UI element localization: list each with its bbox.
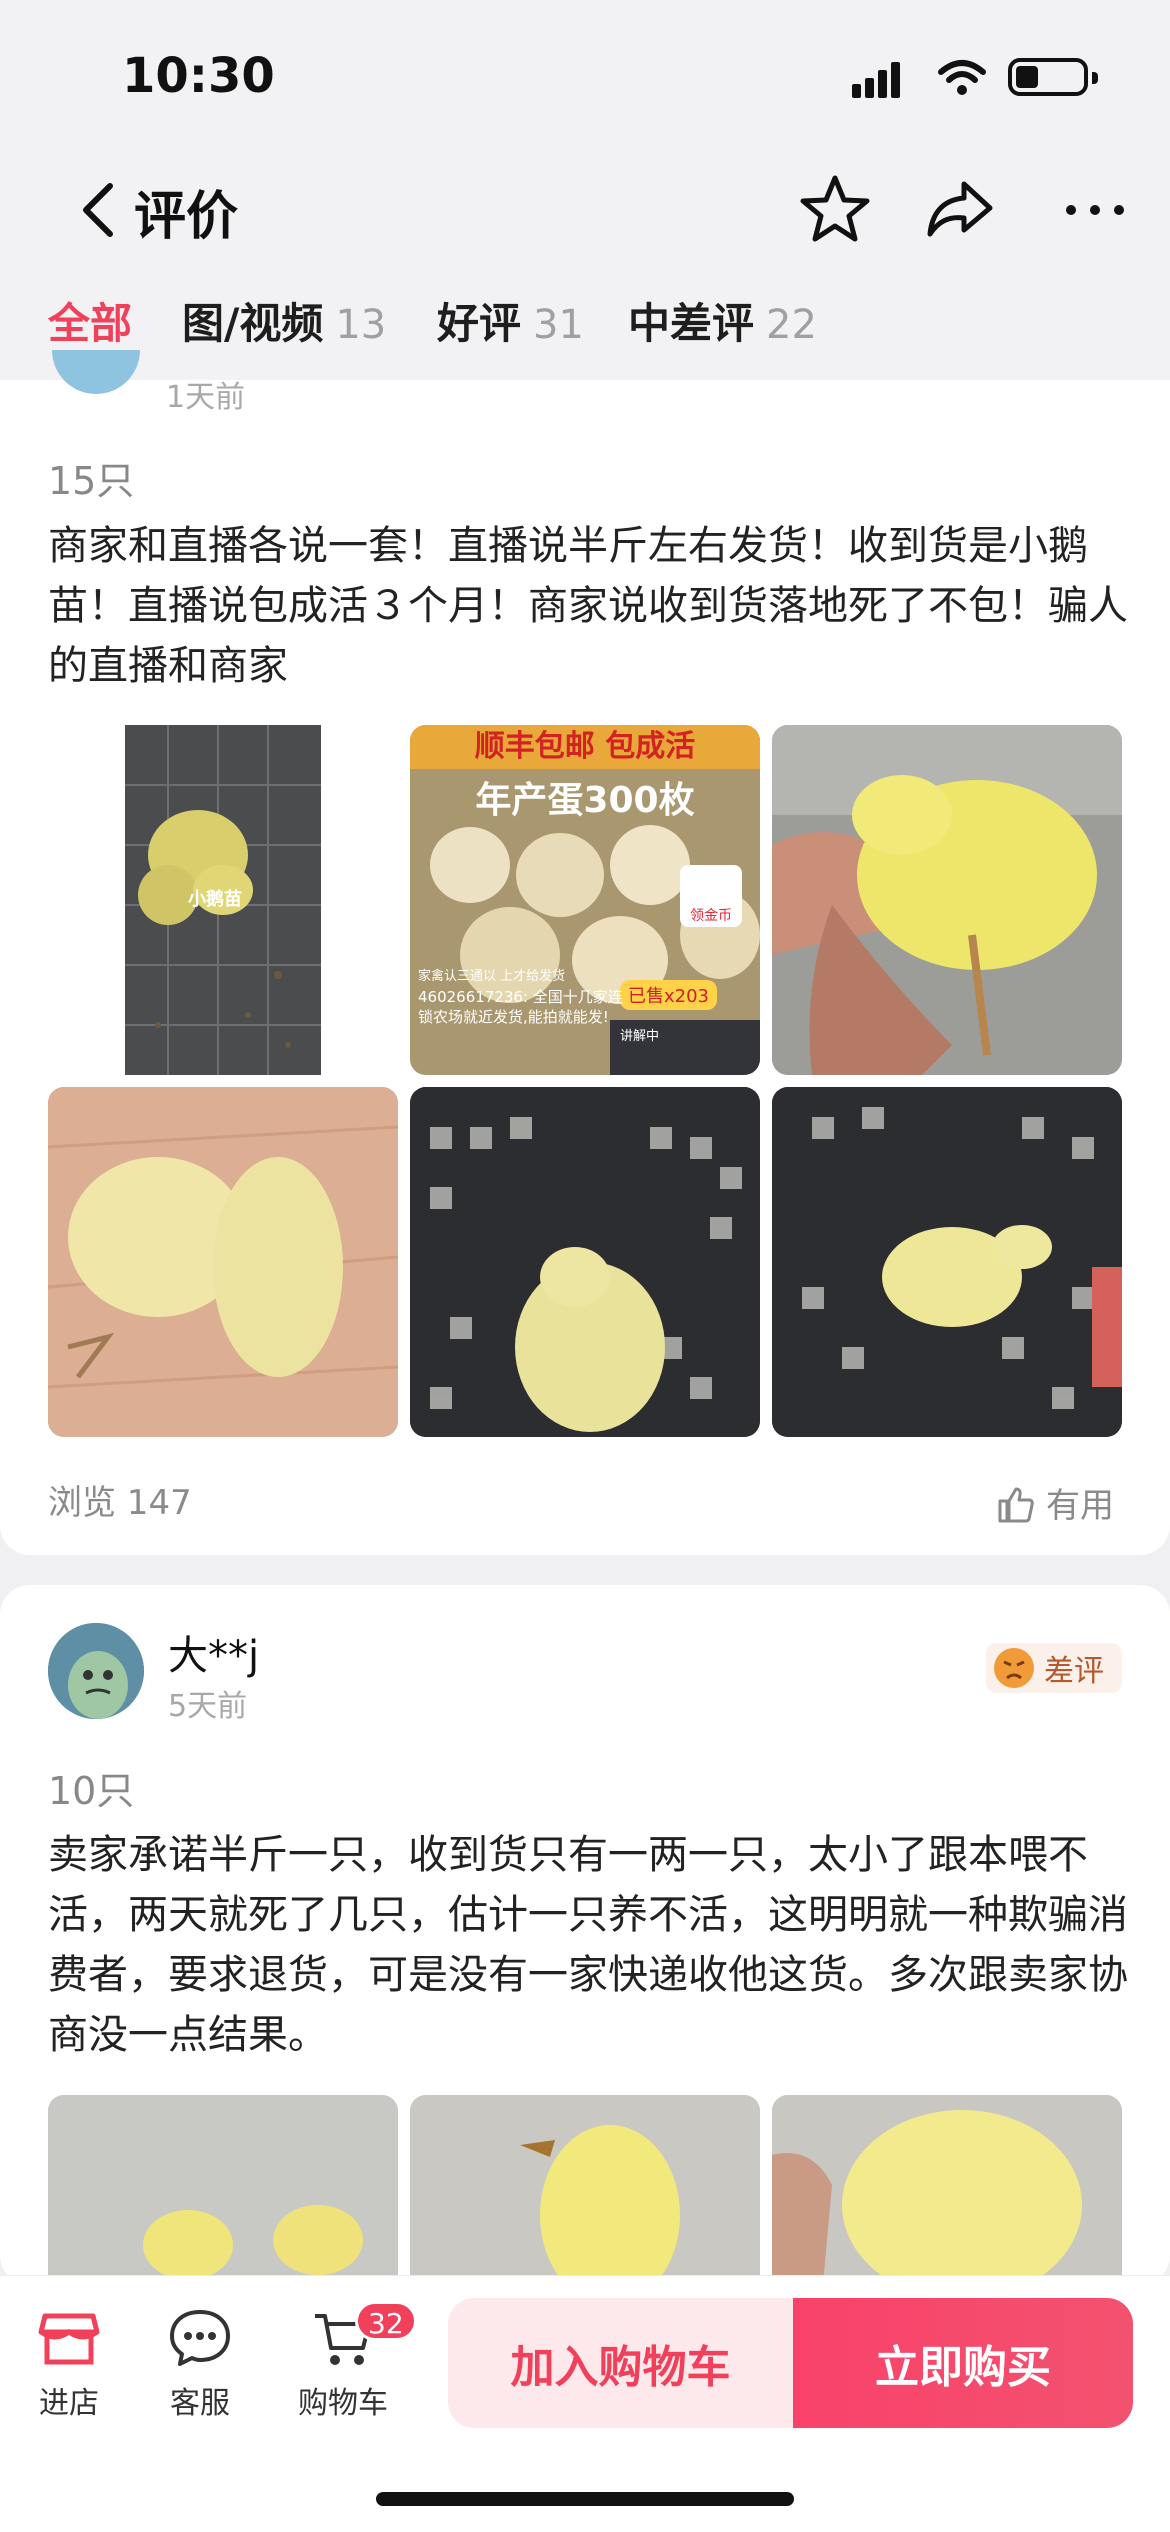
- tab-positive[interactable]: 好评 31: [437, 290, 584, 351]
- page-title: 评价: [134, 187, 239, 247]
- purchase-quantity: 15只: [48, 459, 135, 503]
- review-filter-tabs: 全部 图/视频 13 好评 31 中差评 22: [0, 280, 1170, 380]
- review-image[interactable]: [48, 1087, 398, 1437]
- coin-icon: 领金币: [680, 865, 742, 927]
- cart-count-badge: 32: [355, 2301, 417, 2341]
- ad-line: 46026617236: 全国十几家连锁农场就近发货,能拍就能发!: [418, 988, 623, 1026]
- thumbs-up-icon: [998, 1487, 1034, 1523]
- more-icon[interactable]: [1055, 170, 1135, 250]
- nav-header: 评价: [0, 140, 1170, 280]
- review-text: 卖家承诺半斤一只，收到货只有一两一只，太小了跟本喂不活，两天就死了几只，估计一只…: [48, 1832, 1128, 2058]
- review-text: 商家和直播各说一套！直播说半斤左右发货！收到货是小鹅苗！直播说包成活３个月！商家…: [48, 523, 1128, 689]
- wifi-icon: [938, 60, 986, 95]
- status-bar: 10:30: [0, 0, 1170, 140]
- avatar: [52, 350, 140, 394]
- chat-icon: [168, 2306, 232, 2370]
- review-card: 1天前 15只 商家和直播各说一套！直播说半斤左右发货！收到货是小鹅苗！直播说包…: [0, 350, 1170, 1555]
- avatar: [48, 1623, 144, 1719]
- username: 大**j: [168, 1633, 260, 1679]
- review-image[interactable]: [772, 1087, 1122, 1437]
- status-time: 10:30: [122, 48, 275, 104]
- angry-face-icon: [994, 1648, 1034, 1688]
- tab-negative[interactable]: 中差评 22: [628, 290, 817, 351]
- view-count: 浏览 147: [48, 1483, 192, 1523]
- image-caption: 小鹅苗: [188, 889, 242, 910]
- sold-count: 已售x203: [620, 980, 718, 1010]
- back-arrow-icon[interactable]: [72, 180, 132, 240]
- review-date: 5天前: [168, 1689, 248, 1724]
- useful-button[interactable]: 有用: [996, 1478, 1114, 1527]
- review-card: 大**j 5天前 差评 10只 卖家承诺半斤一只，收到货只有一两一只，太小了跟本…: [0, 1585, 1170, 2445]
- service-button[interactable]: 客服: [145, 2306, 255, 2422]
- share-icon[interactable]: [920, 170, 1000, 250]
- tab-media[interactable]: 图/视频 13: [182, 290, 386, 351]
- rating-badge: 差评: [986, 1643, 1122, 1693]
- ad-headline: 年产蛋300枚: [475, 780, 695, 821]
- ad-line: 家禽认三通以 上才给发货: [418, 969, 566, 984]
- star-icon[interactable]: [795, 170, 875, 250]
- store-icon: [37, 2306, 101, 2370]
- review-image[interactable]: [410, 1087, 760, 1437]
- cellular-signal-icon: [852, 62, 904, 98]
- buy-now-button[interactable]: 立即购买: [793, 2298, 1133, 2428]
- tab-all[interactable]: 全部: [48, 290, 132, 351]
- store-button[interactable]: 进店: [14, 2306, 124, 2422]
- ad-banner: 顺丰包邮 包成活: [410, 725, 760, 769]
- purchase-quantity: 10只: [48, 1769, 135, 1813]
- live-label: 讲解中: [620, 1029, 660, 1044]
- review-date: 1天前: [166, 380, 246, 415]
- review-image[interactable]: [772, 725, 1122, 1075]
- battery-icon: [1008, 58, 1098, 96]
- add-to-cart-button[interactable]: 加入购物车: [448, 2298, 793, 2428]
- home-indicator[interactable]: [376, 2492, 794, 2506]
- review-image[interactable]: 小鹅苗: [48, 725, 398, 1075]
- review-image[interactable]: 顺丰包邮 包成活 年产蛋300枚 领金币 已售x203 家禽认三通以 上才给发货…: [410, 725, 760, 1075]
